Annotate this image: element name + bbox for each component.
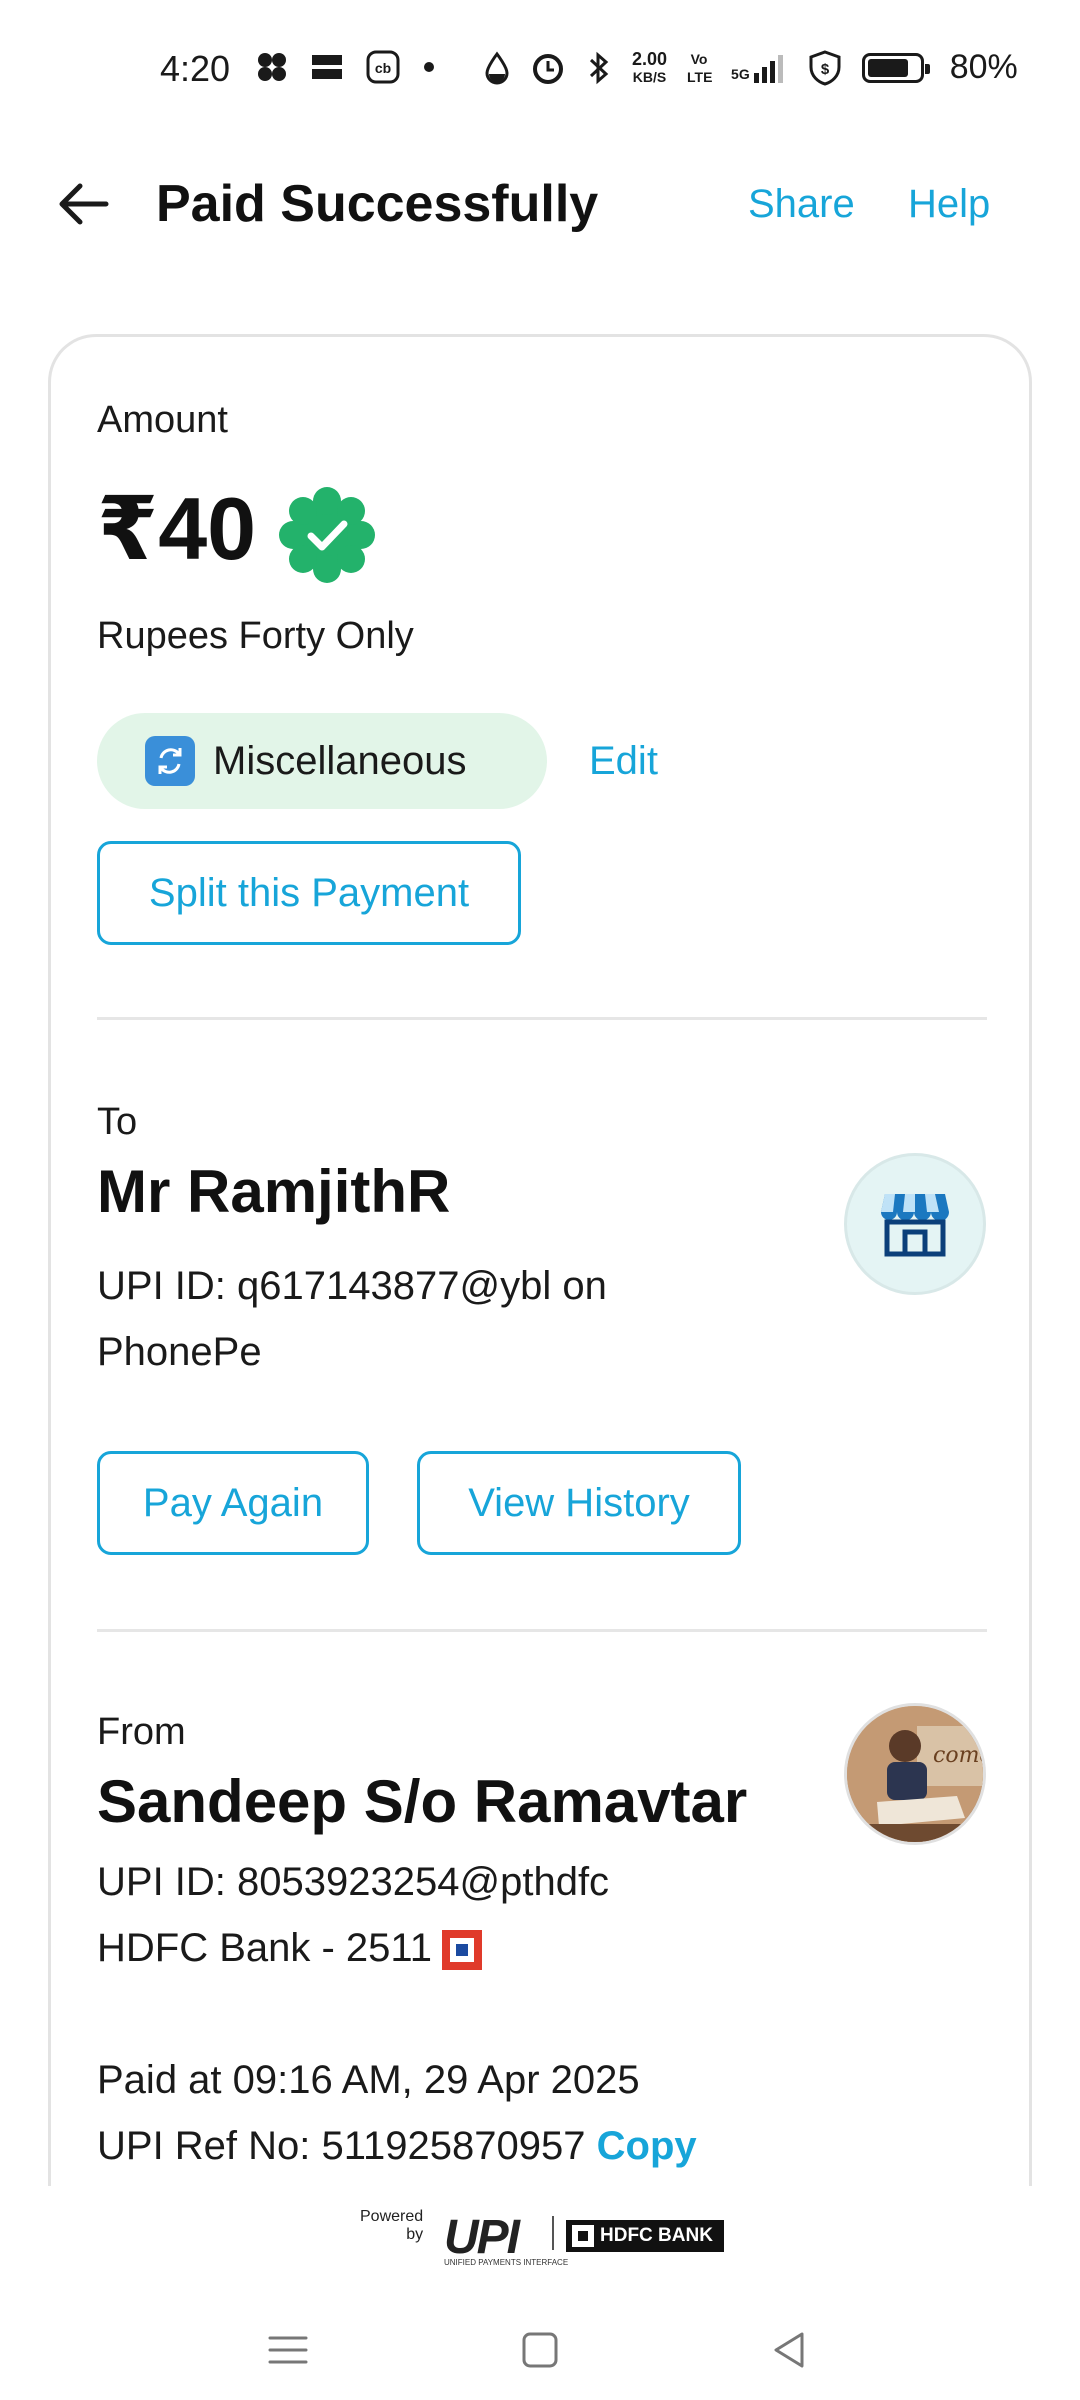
recipient-upi-line-2: PhonePe: [97, 1330, 262, 1374]
drop-icon: [485, 51, 509, 84]
hdfc-bank-logo: HDFC BANK: [566, 2220, 724, 2252]
svg-text:come: come: [933, 1743, 986, 1768]
amount-in-words: Rupees Forty Only: [97, 615, 414, 657]
category-chip[interactable]: Miscellaneous: [97, 713, 547, 809]
category-refresh-icon: [145, 736, 195, 786]
sender-name: Sandeep S/o Ramavtar: [97, 1768, 748, 1835]
verified-badge-icon: [279, 487, 375, 583]
hdfc-bank-icon: [441, 1930, 482, 1971]
status-bar: 4:20 cb 2.00 KB/S Vo LTE 5G $ 80%: [0, 0, 1080, 140]
shield-dollar-icon: $: [809, 49, 841, 86]
dot-icon: [424, 62, 434, 72]
battery-fill: [867, 58, 908, 77]
battery-percentage: 80%: [949, 48, 1018, 86]
net-speed-unit: KB/S: [632, 68, 667, 85]
upi-ref-number: UPI Ref No: 511925870957: [97, 2124, 586, 2168]
transaction-meta: Paid at 09:16 AM, 29 Apr 2025 UPI Ref No…: [97, 2047, 697, 2179]
copy-ref-button[interactable]: Copy: [597, 2124, 697, 2168]
powered-line-1: Powered: [360, 2208, 424, 2225]
sender-photo: come: [847, 1706, 986, 1842]
alarm-icon: [533, 53, 563, 84]
powered-by-label: Powered by: [360, 2208, 423, 2244]
divider: [97, 1017, 987, 1020]
sender-upi-id: UPI ID: 8053923254@pthdfc: [97, 1860, 610, 1904]
amount-label: Amount: [97, 399, 228, 441]
upi-logo-subtitle: UNIFIED PAYMENTS INTERFACE: [444, 2258, 569, 2267]
net-speed: 2.00 KB/S: [632, 50, 667, 86]
amount-value: ₹40: [97, 479, 257, 578]
transaction-card: Amount ₹40 Rupees Forty Only Miscellaneo…: [48, 334, 1032, 2234]
hdfc-logo-mark: [572, 2225, 594, 2247]
paid-at-time: Paid at 09:16 AM, 29 Apr 2025: [97, 2058, 640, 2102]
pay-again-button[interactable]: Pay Again: [97, 1451, 369, 1555]
powered-line-2: by: [406, 2226, 424, 2243]
sender-upi-block: UPI ID: 8053923254@pthdfc HDFC Bank - 25…: [97, 1849, 609, 1981]
status-time: 4:20: [160, 48, 231, 89]
page-title: Paid Successfully: [156, 175, 599, 233]
share-button[interactable]: Share: [748, 182, 855, 227]
news-app-icon: [312, 55, 342, 79]
sender-bank: HDFC Bank - 2511: [97, 1915, 609, 1981]
to-label: To: [97, 1101, 138, 1143]
powered-by-footer: Powered by UPI UNIFIED PAYMENTS INTERFAC…: [0, 2186, 1080, 2306]
hdfc-bank-text: HDFC BANK: [600, 2225, 713, 2246]
svg-text:cb: cb: [375, 60, 391, 76]
footer-separator: [552, 2216, 554, 2250]
view-history-button[interactable]: View History: [417, 1451, 741, 1555]
svg-text:$: $: [821, 61, 830, 78]
sender-avatar: come: [844, 1703, 986, 1845]
volte-indicator: Vo LTE: [687, 50, 713, 85]
back-nav-icon[interactable]: [760, 2320, 820, 2380]
divider: [97, 1629, 987, 1632]
merchant-avatar: [844, 1153, 986, 1295]
signal-type: 5G: [731, 65, 750, 82]
system-nav-bar: [0, 2300, 1080, 2400]
upi-ref-line: UPI Ref No: 511925870957 Copy: [97, 2113, 697, 2179]
back-button[interactable]: [52, 172, 116, 236]
split-payment-button[interactable]: Split this Payment: [97, 841, 521, 945]
bluetooth-icon: [589, 51, 609, 84]
cb-app-icon: cb: [366, 50, 400, 84]
system-icons: 2.00 KB/S Vo LTE 5G $ 80%: [484, 48, 1018, 87]
home-nav-icon[interactable]: [510, 2320, 570, 2380]
help-button[interactable]: Help: [908, 182, 990, 227]
pinwheel-icon: [258, 53, 286, 81]
signal-indicator: 5G: [731, 53, 788, 83]
upi-logo: UPI: [444, 2211, 520, 2264]
menu-nav-icon[interactable]: [258, 2320, 318, 2380]
battery-icon: [861, 52, 930, 83]
recipient-upi-line-1: UPI ID: q617143877@ybl on: [97, 1264, 607, 1308]
app-header: Paid Successfully Share Help: [0, 150, 1080, 260]
from-label: From: [97, 1711, 186, 1753]
category-label: Miscellaneous: [213, 738, 467, 783]
edit-category-button[interactable]: Edit: [589, 739, 658, 784]
signal-bars-icon: [753, 54, 783, 83]
back-arrow-icon: [59, 183, 109, 225]
recipient-name: Mr RamjithR: [97, 1158, 451, 1225]
notification-icons: cb: [256, 50, 436, 84]
recipient-upi-id: UPI ID: q617143877@ybl on PhonePe: [97, 1253, 607, 1385]
store-icon: [881, 1194, 949, 1257]
net-speed-value: 2.00: [632, 48, 668, 69]
sender-bank-name: HDFC Bank - 2511: [97, 1926, 432, 1970]
